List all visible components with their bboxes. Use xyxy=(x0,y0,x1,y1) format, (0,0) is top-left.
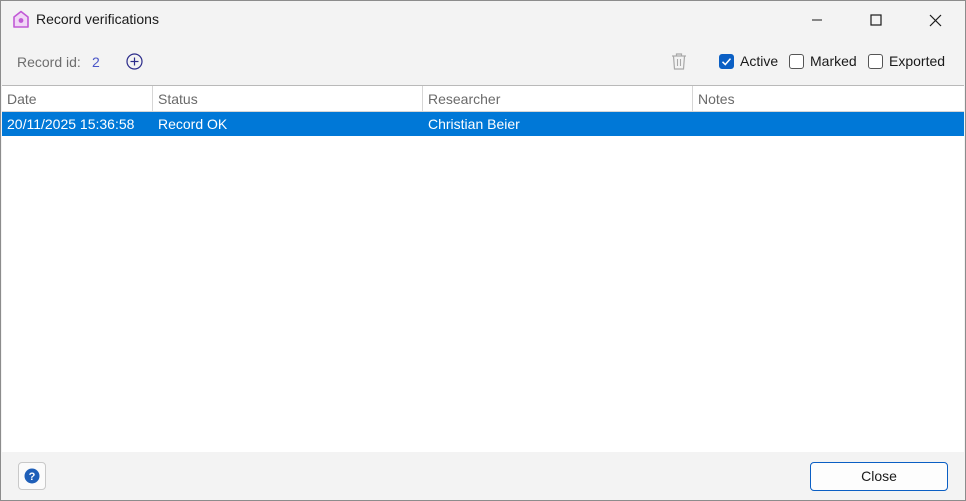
minimize-icon xyxy=(812,19,822,21)
table-header: Date Status Researcher Notes xyxy=(2,86,964,112)
marked-filter-label: Marked xyxy=(810,53,857,69)
cell-notes xyxy=(693,112,964,136)
exported-filter-checkbox[interactable]: Exported xyxy=(868,53,945,69)
record-verifications-window: Record verifications Record id: 2 Active… xyxy=(0,0,966,501)
active-filter-label: Active xyxy=(740,53,779,69)
window-close-button[interactable] xyxy=(912,1,958,39)
close-icon xyxy=(929,14,941,26)
app-house-icon xyxy=(13,10,29,28)
exported-filter-label: Exported xyxy=(889,53,946,69)
checkbox-unchecked-icon xyxy=(868,53,883,69)
record-id-label: Record id: xyxy=(17,54,81,70)
cell-researcher: Christian Beier xyxy=(428,116,520,132)
column-header-date[interactable]: Date xyxy=(2,86,153,111)
help-icon: ? xyxy=(24,468,40,484)
marked-filter-checkbox[interactable]: Marked xyxy=(789,53,857,69)
close-button[interactable]: Close xyxy=(810,462,948,491)
cell-status: Record OK xyxy=(158,116,228,132)
maximize-icon xyxy=(870,14,882,26)
minimize-button[interactable] xyxy=(794,1,840,39)
active-filter-checkbox[interactable]: Active xyxy=(719,53,778,69)
maximize-button[interactable] xyxy=(853,1,899,39)
record-id-value: 2 xyxy=(92,54,100,70)
column-header-status[interactable]: Status xyxy=(153,86,423,111)
checkbox-checked-icon xyxy=(719,53,734,69)
verifications-table[interactable]: Date Status Researcher Notes 20/11/2025 … xyxy=(2,85,964,453)
add-verification-button[interactable] xyxy=(125,52,144,71)
footer: ? Close xyxy=(1,452,965,500)
table-row[interactable]: 20/11/2025 15:36:58 Record OK Christian … xyxy=(2,112,964,136)
column-header-notes[interactable]: Notes xyxy=(693,86,964,111)
checkbox-unchecked-icon xyxy=(789,53,804,69)
column-header-researcher[interactable]: Researcher xyxy=(423,86,693,111)
cell-date: 20/11/2025 15:36:58 xyxy=(7,116,135,132)
delete-button[interactable] xyxy=(670,52,688,71)
title-bar: Record verifications xyxy=(1,1,965,39)
toolbar: Record id: 2 Active Marked Exported xyxy=(1,39,965,85)
help-glyph: ? xyxy=(29,471,36,483)
window-title: Record verifications xyxy=(36,11,159,27)
help-button[interactable]: ? xyxy=(18,462,46,490)
